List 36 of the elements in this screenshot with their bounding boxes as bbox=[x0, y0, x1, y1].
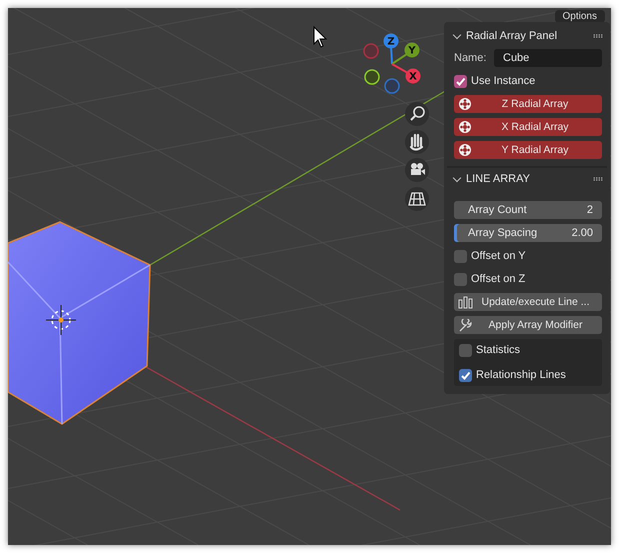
checkbox-label: Offset on Y bbox=[471, 250, 526, 262]
camera-icon[interactable] bbox=[405, 158, 429, 182]
hand-icon[interactable] bbox=[405, 130, 429, 154]
options-button[interactable]: Options bbox=[554, 10, 605, 23]
checkbox-label: Offset on Z bbox=[471, 273, 526, 285]
checkbox[interactable] bbox=[459, 344, 472, 356]
film-reel-icon bbox=[458, 120, 472, 134]
checkbox-label: Statistics bbox=[476, 344, 520, 356]
film-reel-icon bbox=[458, 97, 472, 111]
checkbox-label: Relationship Lines bbox=[476, 369, 566, 381]
drag-handle-icon[interactable] bbox=[593, 177, 603, 181]
3d-cursor-icon bbox=[46, 304, 76, 336]
action-button[interactable]: Update/execute Line ... bbox=[454, 293, 602, 311]
panel-title[interactable]: Radial Array Panel bbox=[466, 30, 593, 42]
zoom-icon[interactable] bbox=[405, 102, 429, 126]
grid-icon[interactable] bbox=[405, 187, 429, 211]
radial-array-button[interactable]: X Radial Array bbox=[454, 118, 602, 136]
radial-array-button[interactable]: Y Radial Array bbox=[454, 141, 602, 159]
number-field[interactable]: Array Count 2 bbox=[454, 201, 602, 219]
navigation-gizmo-drawing bbox=[363, 34, 420, 94]
checkbox[interactable] bbox=[454, 250, 467, 262]
action-button[interactable]: Apply Array Modifier bbox=[454, 316, 602, 334]
checkbox[interactable] bbox=[459, 368, 472, 382]
number-field[interactable]: Array Spacing 2.00 bbox=[454, 224, 602, 242]
drag-handle-icon[interactable] bbox=[593, 34, 603, 38]
checkbox[interactable] bbox=[454, 74, 467, 88]
name-field[interactable]: Cube bbox=[494, 49, 602, 67]
film-reel-icon bbox=[458, 143, 472, 157]
name-label: Name: bbox=[454, 52, 488, 64]
wrench-icon bbox=[458, 318, 473, 332]
checkbox-label: Use Instance bbox=[471, 75, 536, 87]
checkbox[interactable] bbox=[454, 272, 467, 286]
panel-title[interactable]: LINE ARRAY bbox=[466, 173, 593, 185]
radial-array-button[interactable]: Z Radial Array bbox=[454, 95, 602, 113]
bars-icon bbox=[458, 296, 473, 308]
mouse-pointer-icon bbox=[314, 26, 328, 48]
